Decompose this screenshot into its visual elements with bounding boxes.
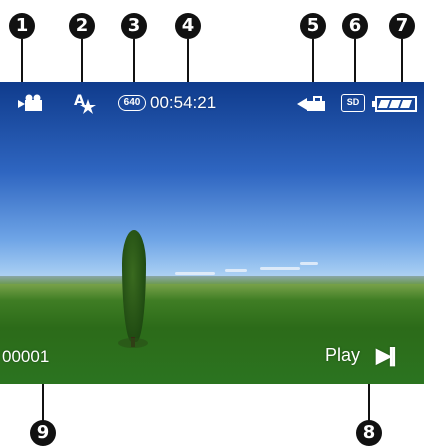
- leader-line: [354, 39, 356, 86]
- elapsed-time: 00:54:21: [150, 93, 217, 112]
- frame-counter: 00001: [2, 347, 50, 366]
- callout-1: 1: [9, 13, 35, 39]
- play-pause-icon[interactable]: ▶||: [376, 343, 397, 368]
- leader-line: [42, 384, 44, 422]
- lock-icon: [297, 96, 325, 111]
- cloud: [175, 272, 215, 275]
- callout-6: 6: [342, 13, 368, 39]
- callout-7: 7: [389, 13, 415, 39]
- leader-line: [81, 39, 83, 86]
- leader-line: [133, 39, 135, 86]
- callout-3: 3: [121, 13, 147, 39]
- callout-2: 2: [69, 13, 95, 39]
- callout-4: 4: [175, 13, 201, 39]
- leader-line: [312, 39, 314, 86]
- callout-9: 9: [30, 420, 56, 446]
- leader-line: [21, 39, 23, 86]
- resolution-badge: 640: [118, 95, 146, 111]
- leader-line: [187, 39, 189, 86]
- tree-shadow: [118, 338, 148, 348]
- leader-line: [401, 39, 403, 86]
- play-label[interactable]: Play: [325, 345, 360, 366]
- cloud: [260, 267, 300, 270]
- callout-5: 5: [300, 13, 326, 39]
- sd-card-label: SD: [346, 97, 360, 107]
- cloud: [225, 269, 247, 272]
- grass-field: [0, 276, 424, 384]
- movie-camera-icon: [18, 94, 42, 111]
- leader-line: [368, 384, 370, 422]
- battery-icon: [372, 96, 417, 112]
- auto-flash-icon: A: [74, 93, 96, 114]
- resolution-value: 640: [123, 97, 141, 108]
- sd-card-badge: SD: [341, 94, 365, 112]
- cloud: [300, 262, 318, 265]
- lcd-preview-screen: [0, 82, 424, 384]
- callout-8: 8: [356, 420, 382, 446]
